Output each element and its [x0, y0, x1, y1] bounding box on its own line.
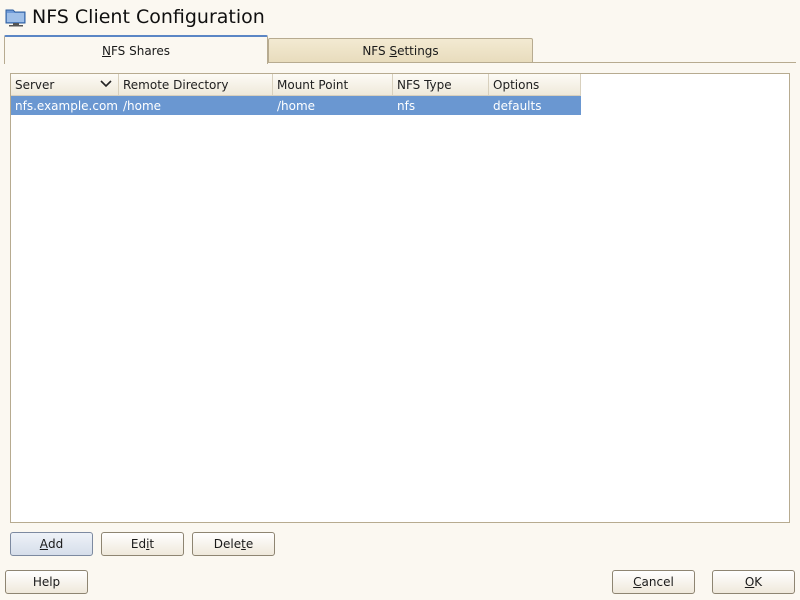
sort-descending-icon: [100, 80, 112, 88]
edit-button[interactable]: Ed i t: [101, 532, 184, 556]
folder-network-icon: [5, 9, 26, 27]
column-header-options[interactable]: Options: [489, 74, 581, 96]
cell-remote-directory: /home: [123, 98, 162, 113]
cancel-button[interactable]: Cancel: [612, 570, 695, 594]
cell-options: defaults: [493, 98, 542, 113]
tab-divider: [268, 62, 796, 63]
window-title: NFS Client Configuration: [32, 6, 265, 28]
table-header: Server Remote Directory Mount Point NFS …: [11, 74, 581, 96]
cell-mount-point: /home: [277, 98, 316, 113]
tab-nfs-shares-label: NFS Shares: [102, 43, 170, 58]
nfs-shares-table[interactable]: Server Remote Directory Mount Point NFS …: [10, 73, 790, 523]
ok-button[interactable]: OK: [712, 570, 795, 594]
help-button[interactable]: Help: [5, 570, 88, 594]
tab-nfs-shares[interactable]: NFS Shares: [4, 35, 268, 64]
window-title-bar: NFS Client Configuration: [5, 4, 265, 30]
tab-bar: NFS Shares NFS Settings: [4, 35, 796, 64]
column-header-server[interactable]: Server: [11, 74, 119, 96]
tab-nfs-settings-label: NFS Settings: [362, 43, 439, 58]
column-header-remote-directory[interactable]: Remote Directory: [119, 74, 273, 96]
add-button[interactable]: Add: [10, 532, 93, 556]
cell-server: nfs.example.com: [15, 98, 118, 113]
column-header-nfs-type[interactable]: NFS Type: [393, 74, 489, 96]
table-row[interactable]: nfs.example.com /home /home nfs defaults: [11, 96, 581, 115]
tab-nfs-settings[interactable]: NFS Settings: [268, 38, 533, 63]
delete-button[interactable]: Dele t e: [192, 532, 275, 556]
cell-nfs-type: nfs: [397, 98, 416, 113]
column-header-mount-point[interactable]: Mount Point: [273, 74, 393, 96]
